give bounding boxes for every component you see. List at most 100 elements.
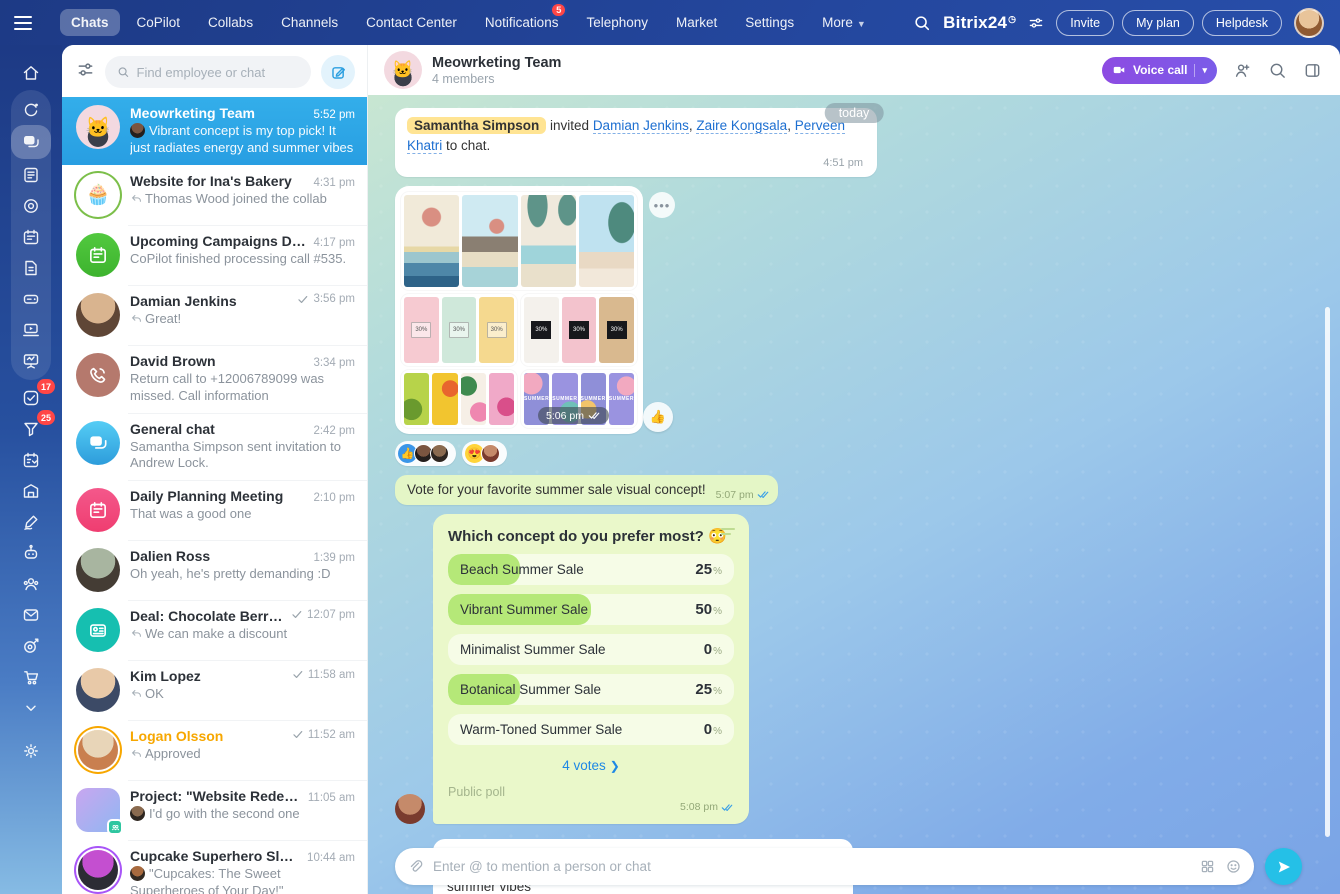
invite-button[interactable]: Invite	[1056, 10, 1114, 36]
nav-item-notifications[interactable]: Notifications5	[474, 9, 570, 36]
sidebar-item-chats[interactable]	[11, 125, 51, 159]
chat-list-item[interactable]: Upcoming Campaigns Discussion 4:17 pm Co…	[62, 225, 367, 285]
poll-option[interactable]: Warm-Toned Summer Sale 0%	[448, 714, 734, 745]
nav-item-contact-center[interactable]: Contact Center	[355, 9, 468, 36]
gallery-card-botanical[interactable]	[401, 370, 517, 428]
sliders-icon[interactable]	[1028, 15, 1044, 31]
search-input[interactable]	[137, 65, 300, 80]
sidebar-item-tasks-ring[interactable]	[11, 190, 51, 221]
date-separator: today	[825, 103, 884, 123]
system-author[interactable]: Samantha Simpson	[407, 117, 546, 134]
panel-toggle-icon[interactable]	[1303, 61, 1322, 80]
emoji-icon[interactable]	[1225, 858, 1242, 875]
sidebar-item-whiteboard[interactable]	[11, 345, 51, 376]
voice-call-button[interactable]: Voice call ▾	[1102, 57, 1217, 84]
reaction-chip[interactable]: 👍	[395, 441, 456, 466]
chat-list-item[interactable]: Dalien Ross 1:39 pm Oh yeah, he's pretty…	[62, 540, 367, 600]
sidebar-item-warehouse[interactable]	[11, 475, 51, 506]
chat-list-item[interactable]: Deal: Chocolate Berry Cake 12:07 pm We c…	[62, 600, 367, 660]
chat-list-item[interactable]: Kim Lopez 11:58 am OK	[62, 660, 367, 720]
nav-item-settings[interactable]: Settings	[734, 9, 805, 36]
poll-option[interactable]: Minimalist Summer Sale 0%	[448, 634, 734, 665]
user-avatar[interactable]	[1294, 8, 1324, 38]
chat-item-preview: Samantha Simpson sent invitation to Andr…	[130, 439, 355, 473]
sidebar-item-docs[interactable]	[11, 252, 51, 283]
my-plan-button[interactable]: My plan	[1122, 10, 1194, 36]
sidebar-item-calendar[interactable]	[11, 221, 51, 252]
gallery-card-pastel[interactable]: 30% 30% 30%	[401, 294, 517, 366]
nav-item-telephony[interactable]: Telephony	[575, 9, 659, 36]
nav-item-channels[interactable]: Channels	[270, 9, 349, 36]
sidebar-item-feed[interactable]	[11, 159, 51, 190]
mention-link[interactable]: Damian Jenkins	[593, 118, 689, 134]
chat-search-icon[interactable]	[1268, 61, 1287, 80]
sidebar-item-home[interactable]	[11, 57, 51, 88]
sidebar-item-marketing[interactable]	[11, 630, 51, 661]
chat-list-item[interactable]: General chat 2:42 pm Samantha Simpson se…	[62, 413, 367, 481]
sidebar-item-automation[interactable]	[11, 537, 51, 568]
hamburger-menu-icon[interactable]	[10, 10, 36, 36]
chat-list-panel: 🐱 Meowrketing Team 5:52 pm Vibrant conce…	[62, 45, 368, 894]
sidebar-item-copilot[interactable]	[11, 94, 51, 125]
gallery-card-dark[interactable]: 30% 30% 30%	[521, 294, 637, 366]
message-input[interactable]	[433, 859, 1190, 874]
chat-list-item[interactable]: 🐱 Meowrketing Team 5:52 pm Vibrant conce…	[62, 97, 367, 165]
filter-icon[interactable]	[76, 60, 95, 84]
apps-grid-icon[interactable]	[1199, 858, 1216, 875]
nav-item-chats[interactable]: Chats	[60, 9, 120, 36]
chat-list-item[interactable]: Damian Jenkins 3:56 pm Great!	[62, 285, 367, 345]
poll-option[interactable]: Botanical Summer Sale 25%	[448, 674, 734, 705]
poll-option[interactable]: Vibrant Summer Sale 50%	[448, 594, 734, 625]
sidebar-item-hr[interactable]	[11, 568, 51, 599]
reaction-chip[interactable]: 😍	[462, 441, 507, 466]
chat-list-item[interactable]: David Brown 3:34 pm Return call to +1200…	[62, 345, 367, 413]
poll-author-avatar[interactable]	[395, 794, 425, 824]
sidebar-item-store[interactable]	[11, 661, 51, 692]
send-button[interactable]	[1265, 848, 1302, 885]
attach-icon[interactable]	[407, 858, 424, 875]
poll-votes-link[interactable]: 4 votes❯	[448, 758, 734, 773]
helpdesk-button[interactable]: Helpdesk	[1202, 10, 1282, 36]
sidebar-item-mail[interactable]	[11, 599, 51, 630]
nav-item-copilot[interactable]: CoPilot	[126, 9, 192, 36]
global-search-icon[interactable]	[913, 14, 931, 32]
conversation-members[interactable]: 4 members	[432, 72, 561, 86]
quick-like-button[interactable]: 👍	[643, 402, 673, 432]
chat-item-preview: We can make a discount	[130, 626, 355, 643]
sidebar-item-video-calls[interactable]	[11, 314, 51, 345]
sidebar-item-tasks[interactable]: 17	[11, 382, 51, 413]
avatar	[76, 421, 120, 465]
nav-item-market[interactable]: Market	[665, 9, 728, 36]
poll-option-percent: 25%	[695, 681, 722, 698]
sidebar-item-settings[interactable]	[11, 735, 51, 766]
image-gallery[interactable]: 30% 30% 30% 30% 30% 30%	[395, 186, 643, 434]
sidebar-item-crm[interactable]: 25	[11, 413, 51, 444]
add-member-icon[interactable]	[1233, 61, 1252, 80]
message-more-button[interactable]: •••	[649, 192, 675, 218]
new-chat-button[interactable]	[321, 55, 355, 89]
poll-menu-icon[interactable]	[721, 528, 735, 538]
chat-list-item[interactable]: Daily Planning Meeting 2:10 pm That was …	[62, 480, 367, 540]
sidebar-item-workflows[interactable]	[11, 444, 51, 475]
nav-item-collabs[interactable]: Collabs	[197, 9, 264, 36]
nav-item-more[interactable]: More▼	[811, 9, 877, 36]
chat-scrollbar[interactable]	[1325, 307, 1330, 837]
gallery-timestamp: 5:06 pm	[538, 407, 609, 424]
chat-list-item[interactable]: Logan Olsson 11:52 am Approved	[62, 720, 367, 780]
mention-link[interactable]: Zaire Kongsala	[696, 118, 787, 134]
chat-list-item[interactable]: 🧁 Website for Ina's Bakery 4:31 pm Thoma…	[62, 165, 367, 225]
bitrix24-app: ChatsCoPilotCollabsChannelsContact Cente…	[0, 0, 1340, 894]
conversation-avatar[interactable]: 🐱	[384, 51, 422, 89]
gallery-card-beach[interactable]	[401, 192, 637, 290]
notifications-badge: 5	[550, 2, 567, 18]
voice-call-chevron-icon[interactable]: ▾	[1202, 65, 1207, 76]
sidebar-more-chevron-icon[interactable]	[11, 692, 51, 723]
poll-option[interactable]: Beach Summer Sale 25%	[448, 554, 734, 585]
chevron-right-icon: ❯	[610, 759, 620, 773]
chat-list-item[interactable]: Cupcake Superhero Slogan Ideas 10:44 am …	[62, 840, 367, 894]
chat-item-time: 3:34 pm	[313, 357, 355, 369]
reaction-avatar	[430, 444, 449, 463]
sidebar-item-esign[interactable]	[11, 506, 51, 537]
chat-list-item[interactable]: Project: "Website Redesign" 11:05 am I'd…	[62, 780, 367, 840]
sidebar-item-drive[interactable]	[11, 283, 51, 314]
